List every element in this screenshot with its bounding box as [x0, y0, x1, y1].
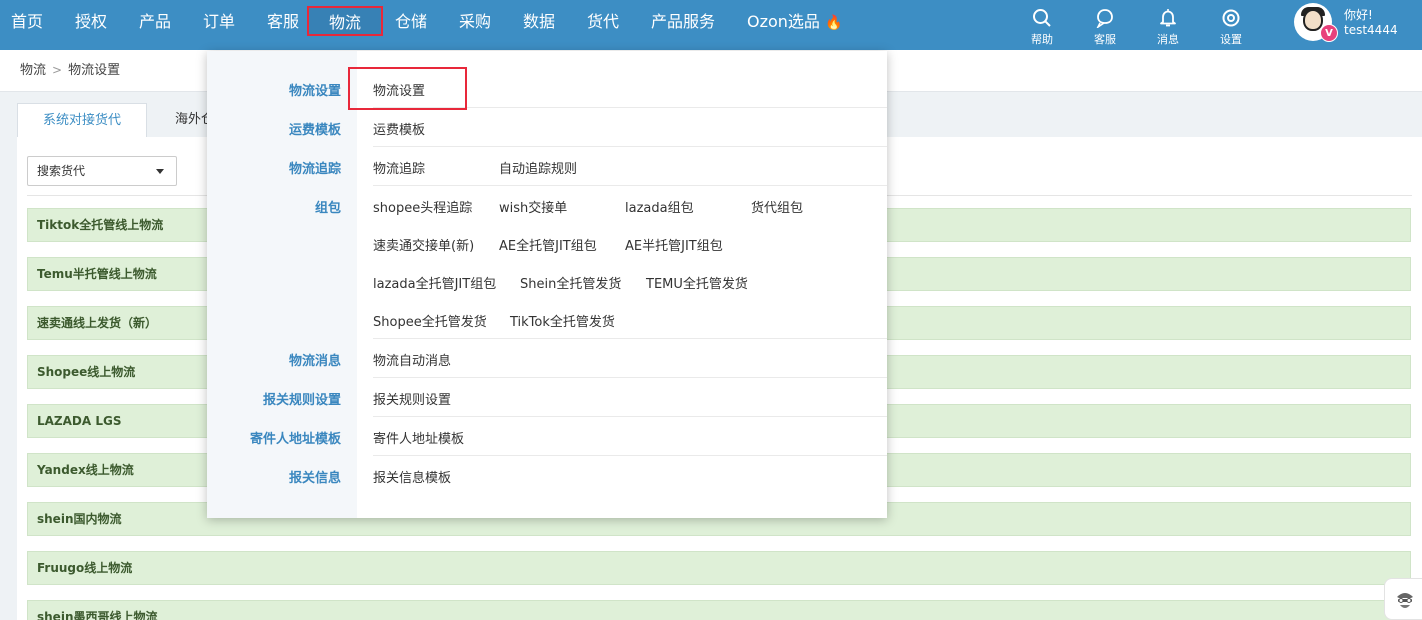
- greeting-text: 你好!: [1344, 8, 1373, 22]
- service-label: 客服: [1094, 33, 1116, 46]
- nav-forwarder[interactable]: 货代: [587, 0, 619, 44]
- gear-icon: [1222, 9, 1240, 27]
- tab-system-forwarder[interactable]: 系统对接货代: [17, 103, 148, 137]
- forwarder-search-select[interactable]: 搜索货代: [27, 156, 177, 186]
- bell-icon: [1160, 9, 1176, 27]
- logistics-dropdown-menu: 物流设置 运费模板 物流追踪 组包 物流消息 报关规则设置 寄件人地址模板 报关…: [207, 51, 887, 518]
- vip-badge: V: [1320, 24, 1338, 42]
- nav-purchasing[interactable]: 采购: [459, 0, 491, 44]
- menu-item-ae-full-jit[interactable]: AE全托管JIT组包: [499, 235, 597, 254]
- menu-item-customs-info[interactable]: 报关信息模板: [373, 467, 451, 486]
- menu-divider: [373, 146, 887, 147]
- menu-divider: [373, 185, 887, 186]
- menu-item-tiktok-full-ship[interactable]: TikTok全托管发货: [510, 311, 615, 330]
- menu-divider: [373, 377, 887, 378]
- nav-authorization[interactable]: 授权: [75, 0, 107, 44]
- menu-item-auto-message[interactable]: 物流自动消息: [373, 350, 451, 369]
- menu-item-forwarder-pack[interactable]: 货代组包: [751, 197, 803, 216]
- user-greeting[interactable]: 你好! test4444: [1344, 8, 1398, 38]
- avatar-face: [1303, 9, 1323, 31]
- menu-divider: [373, 338, 887, 339]
- menu-item-shopee-full-ship[interactable]: Shopee全托管发货: [373, 311, 487, 330]
- category-customs-rules[interactable]: 报关规则设置: [263, 389, 341, 408]
- select-placeholder: 搜索货代: [37, 164, 86, 178]
- category-logistics-message[interactable]: 物流消息: [289, 350, 341, 369]
- menu-divider: [373, 416, 887, 417]
- category-logistics-settings[interactable]: 物流设置: [289, 80, 341, 99]
- list-item[interactable]: shein墨西哥线上物流: [27, 600, 1411, 620]
- nav-ozon-selection[interactable]: Ozon选品 🔥: [747, 0, 842, 44]
- menu-divider: [373, 455, 887, 456]
- category-packaging[interactable]: 组包: [315, 197, 341, 216]
- help-button[interactable]: 帮助: [1022, 8, 1062, 47]
- list-item[interactable]: Fruugo线上物流: [27, 551, 1411, 585]
- nav-ozon-label: Ozon选品: [747, 12, 820, 31]
- menu-item-tracking[interactable]: 物流追踪: [373, 158, 425, 177]
- breadcrumb-current: 物流设置: [68, 63, 121, 78]
- menu-item-ae-half-jit[interactable]: AE半托管JIT组包: [625, 235, 723, 254]
- category-sender-address[interactable]: 寄件人地址模板: [250, 428, 341, 447]
- menu-item-wish-handover[interactable]: wish交接单: [499, 197, 567, 216]
- menu-item-lazada-full-jit[interactable]: lazada全托管JIT组包: [373, 273, 496, 292]
- settings-button[interactable]: 设置: [1211, 8, 1251, 47]
- username: test4444: [1344, 23, 1398, 37]
- search-icon: [1033, 9, 1051, 27]
- caret-down-icon: [156, 169, 164, 174]
- menu-item-aliexpress-handover[interactable]: 速卖通交接单(新): [373, 235, 474, 254]
- menu-item-auto-tracking-rules[interactable]: 自动追踪规则: [499, 158, 577, 177]
- category-customs-info[interactable]: 报关信息: [289, 467, 341, 486]
- menu-item-lazada-pack[interactable]: lazada组包: [625, 197, 694, 216]
- nav-customer-service[interactable]: 客服: [267, 0, 299, 44]
- breadcrumb-root[interactable]: 物流: [20, 63, 46, 78]
- menu-item-temu-full-ship[interactable]: TEMU全托管发货: [646, 273, 748, 292]
- message-label: 消息: [1157, 33, 1179, 46]
- category-freight-template[interactable]: 运费模板: [289, 119, 341, 138]
- menu-item-freight-template[interactable]: 运费模板: [373, 119, 425, 138]
- chat-icon: [1096, 9, 1113, 28]
- category-tracking[interactable]: 物流追踪: [289, 158, 341, 177]
- floating-assistant-button[interactable]: [1384, 578, 1422, 620]
- highlight-box: [348, 67, 467, 110]
- nav-data[interactable]: 数据: [523, 0, 555, 44]
- assistant-icon: [1397, 593, 1413, 608]
- menu-item-shein-full-ship[interactable]: Shein全托管发货: [520, 273, 621, 292]
- nav-warehouse[interactable]: 仓储: [395, 0, 427, 44]
- nav-products[interactable]: 产品: [139, 0, 171, 44]
- nav-product-services[interactable]: 产品服务: [651, 0, 715, 44]
- fire-icon: 🔥: [825, 15, 843, 31]
- menu-item-shopee-first-leg[interactable]: shopee头程追踪: [373, 197, 472, 216]
- chevron-right-icon: >: [52, 63, 63, 77]
- menu-item-customs-rules[interactable]: 报关规则设置: [373, 389, 451, 408]
- top-nav-bar: 首页 授权 产品 订单 客服 物流 仓储 采购 数据 货代 产品服务 Ozon选…: [0, 0, 1422, 50]
- help-label: 帮助: [1031, 33, 1053, 46]
- nav-home[interactable]: 首页: [11, 0, 43, 44]
- service-button[interactable]: 客服: [1085, 8, 1125, 47]
- nav-orders[interactable]: 订单: [203, 0, 235, 44]
- settings-label: 设置: [1220, 33, 1242, 46]
- menu-item-sender-address[interactable]: 寄件人地址模板: [373, 428, 464, 447]
- message-button[interactable]: 消息: [1148, 8, 1188, 47]
- nav-logistics[interactable]: 物流: [307, 6, 383, 36]
